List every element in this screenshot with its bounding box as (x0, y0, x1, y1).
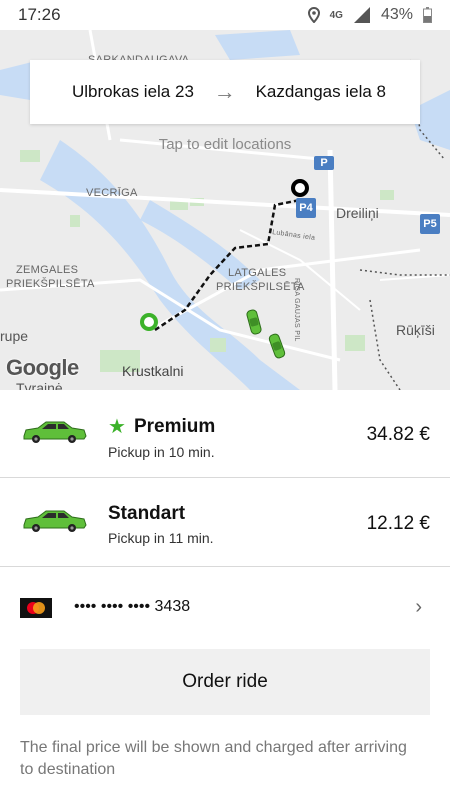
route-card[interactable]: Ulbrokas iela 23 → Kazdangas iela 8 (30, 60, 420, 124)
chevron-right-icon[interactable]: › (415, 596, 422, 619)
edit-locations-hint[interactable]: Tap to edit locations (0, 136, 450, 153)
map-label: Rūķīši (396, 322, 435, 338)
ride-name: Premium (133, 415, 216, 437)
pickup-time: Pickup in 11 min. (108, 530, 214, 546)
star-icon: ★ (108, 416, 126, 438)
map-label: rupe (0, 328, 29, 344)
network-4g-icon: 4G (329, 9, 343, 21)
card-number: •••• •••• •••• 3438 (74, 598, 191, 615)
map-label: LATGALES (228, 267, 287, 279)
from-location[interactable]: Ulbrokas iela 23 (72, 82, 194, 102)
map-label: PRIEKŠPILSĒTA (216, 281, 305, 293)
map-label: RĪGA GAUJAS PIL (293, 278, 300, 342)
ride-title: ★ Premium (108, 414, 215, 439)
signal-icon (353, 7, 370, 23)
map-label: Tvrainė (16, 380, 63, 390)
mastercard-icon (20, 598, 52, 618)
ride-option-premium[interactable]: ★ Premium Pickup in 10 min. 34.82 € (0, 390, 450, 478)
ride-price: 34.82 € (366, 424, 430, 445)
parking-icon: P (314, 156, 334, 170)
taxi-car-icon (23, 421, 87, 443)
pickup-marker (140, 313, 158, 331)
parking-icon: P4 (296, 198, 316, 218)
map-label: PRIEKŠPILSĒTA (6, 278, 95, 290)
taxi-car-icon (23, 510, 87, 532)
status-icons: 4G 43% (307, 6, 432, 24)
payment-method-row[interactable]: •••• •••• •••• 3438 › (0, 568, 450, 648)
pickup-time: Pickup in 10 min. (108, 444, 215, 460)
google-logo: Google (6, 355, 79, 380)
battery-icon (423, 7, 432, 23)
order-ride-button[interactable]: Order ride (20, 649, 430, 715)
ride-info: ★ Premium Pickup in 10 min. (108, 414, 215, 461)
ride-title: Standart (108, 503, 214, 525)
status-time: 17:26 (18, 5, 61, 24)
location-icon (307, 7, 320, 23)
map-label: Dreiliņi (336, 205, 379, 221)
to-location[interactable]: Kazdangas iela 8 (256, 82, 386, 102)
arrow-right-icon: → (213, 79, 236, 104)
price-disclaimer: The final price will be shown and charge… (20, 739, 407, 778)
ride-option-standart[interactable]: Standart Pickup in 11 min. 12.12 € (0, 479, 450, 567)
parking-icon: P5 (420, 214, 440, 234)
battery-text: 43% (380, 6, 413, 23)
ride-name: Standart (108, 503, 186, 524)
map[interactable]: SARKANDAUGAVA VECRĪGA Dreiliņi ZEMGALES … (0, 30, 450, 390)
map-label: Krustkalni (122, 363, 184, 379)
map-label: ZEMGALES (16, 264, 79, 276)
ride-price: 12.12 € (366, 513, 430, 534)
ride-info: Standart Pickup in 11 min. (108, 503, 214, 546)
map-label: VECRĪGA (86, 187, 138, 199)
destination-marker (291, 179, 309, 197)
status-bar: 17:26 4G 43% (0, 0, 450, 30)
